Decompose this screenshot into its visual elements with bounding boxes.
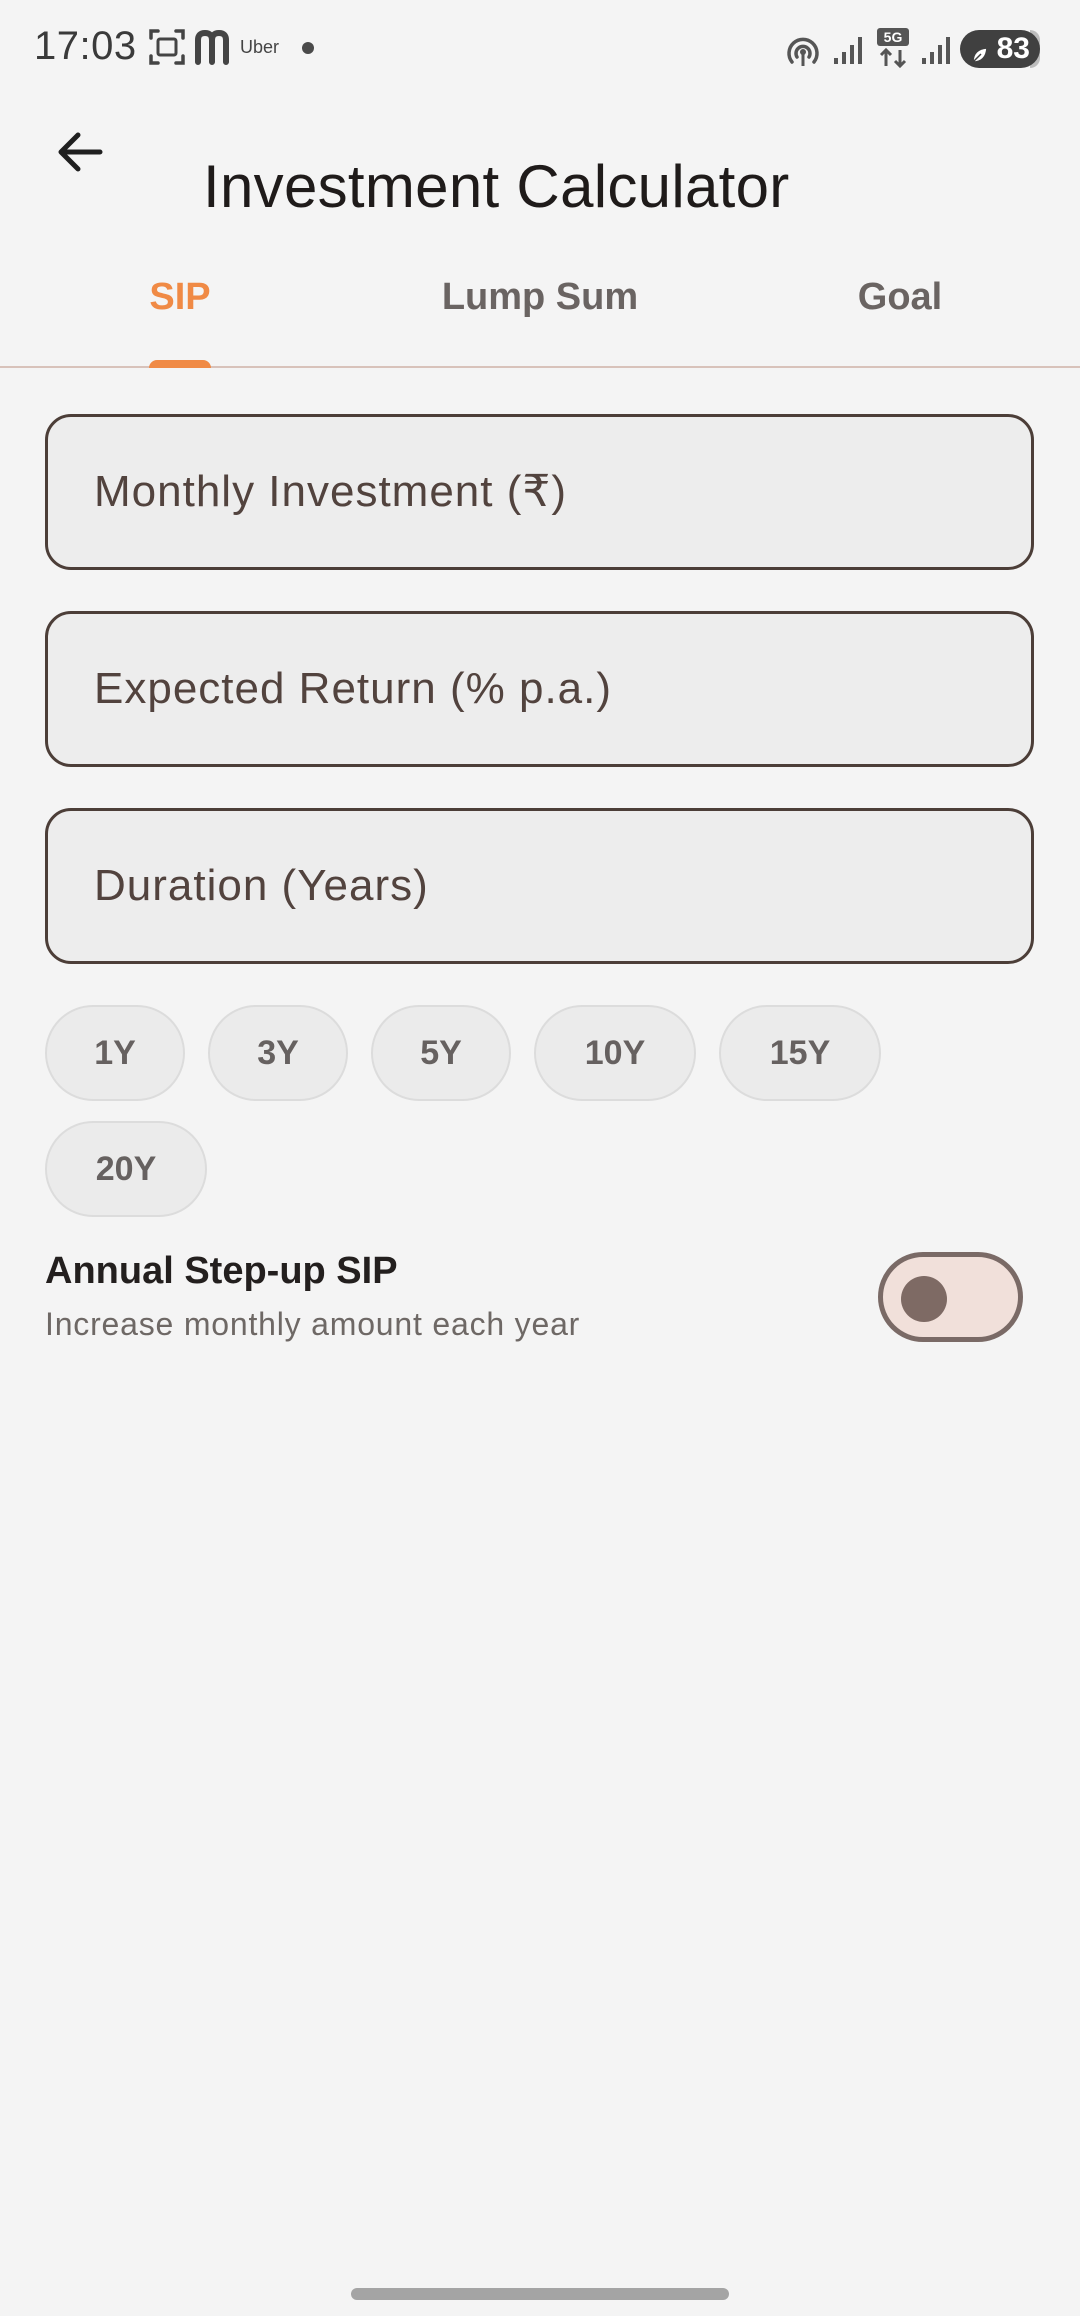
expected-return-input[interactable] [92,663,1031,715]
svg-text:5G: 5G [884,29,903,45]
tab-lump-sum-label: Lump Sum [441,276,639,318]
uber-notification-label: Uber [240,37,280,57]
signal-strength-2-icon [920,32,954,71]
status-time: 17:03 [34,24,137,68]
tab-bar: SIP Lump Sum Goal [0,252,1080,368]
step-up-title: Annual Step-up SIP [45,1250,398,1292]
hotspot-icon [784,32,822,75]
expected-return-field[interactable] [45,611,1034,767]
tab-sip-label: SIP [149,276,211,318]
toggle-knob [901,1276,947,1322]
duration-input[interactable] [92,860,1031,912]
monthly-investment-field[interactable] [45,414,1034,570]
tab-lump-sum[interactable]: Lump Sum [360,252,720,366]
duration-chip-5y[interactable]: 5Y [371,1005,511,1101]
signal-strength-icon [832,32,866,71]
tab-goal[interactable]: Goal [720,252,1080,366]
duration-field[interactable] [45,808,1034,964]
monthly-investment-input[interactable] [92,466,1031,518]
battery-level: 83 [996,32,1030,65]
battery-saver-leaf-icon [970,39,990,73]
status-bar: 17:03 Uber 5G 83 [0,0,1080,96]
battery-indicator: 83 [960,30,1040,68]
duration-chip-20y[interactable]: 20Y [45,1121,207,1217]
home-indicator[interactable] [351,2288,729,2300]
duration-chip-3y[interactable]: 3Y [208,1005,348,1101]
screenshot-icon [148,28,186,71]
step-up-subtitle: Increase monthly amount each year [45,1306,581,1342]
tab-sip[interactable]: SIP [0,252,360,368]
5g-data-icon: 5G [874,26,914,75]
active-tab-indicator [149,360,211,368]
tab-goal-label: Goal [857,276,943,318]
notification-dot-icon [302,42,314,54]
arrow-left-icon [54,126,106,183]
app-m-icon [194,28,234,71]
duration-chip-1y[interactable]: 1Y [45,1005,185,1101]
back-button[interactable] [44,118,116,190]
step-up-toggle[interactable] [878,1252,1023,1342]
page-title: Investment Calculator [203,153,790,221]
duration-chip-10y[interactable]: 10Y [534,1005,696,1101]
duration-chip-15y[interactable]: 15Y [719,1005,881,1101]
